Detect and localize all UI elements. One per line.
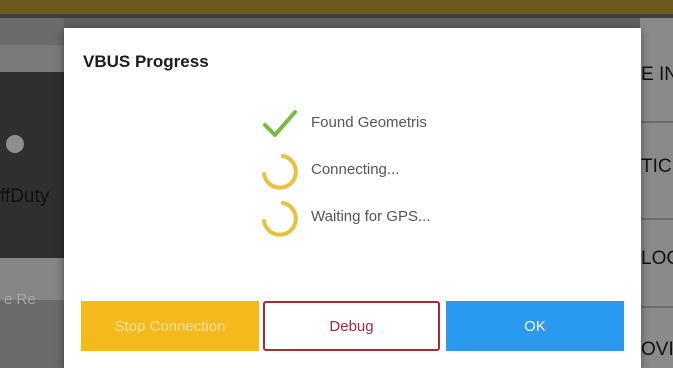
background-menu-item-3: LOG — [641, 248, 673, 269]
status-row-found: Found Geometris — [259, 104, 519, 144]
background-menu-divider — [640, 218, 673, 220]
spinner-icon — [262, 201, 298, 237]
dialog-title: VBUS Progress — [83, 52, 209, 71]
background-menu-divider — [640, 306, 673, 308]
background-toggle-knob — [6, 135, 24, 153]
status-row-waiting-gps: Waiting for GPS... — [259, 198, 519, 238]
vbus-progress-dialog: VBUS Progress Found Geometris Connecting… — [64, 28, 641, 368]
app-top-bar-shadow — [0, 14, 673, 18]
background-menu-item-2: TIC — [641, 156, 672, 177]
background-left-band — [0, 45, 64, 75]
background-menu-item-1: E IN — [641, 64, 673, 85]
status-text: Waiting for GPS... — [311, 208, 431, 225]
status-text: Found Geometris — [311, 114, 427, 131]
status-row-connecting: Connecting... — [259, 151, 519, 191]
spinner-icon — [262, 154, 298, 190]
background-muted-label: e Re — [4, 291, 36, 308]
status-text: Connecting... — [311, 161, 400, 178]
stop-connection-button[interactable]: Stop Connection — [81, 301, 259, 351]
checkmark-icon — [263, 110, 297, 137]
background-status-card — [0, 72, 64, 258]
background-menu-divider — [640, 121, 673, 123]
app-top-bar — [0, 0, 673, 14]
background-menu-item-4: OVI — [641, 339, 673, 360]
ok-button[interactable]: OK — [446, 301, 624, 351]
debug-button[interactable]: Debug — [263, 301, 440, 351]
background-status-label: ffDuty — [0, 186, 50, 207]
